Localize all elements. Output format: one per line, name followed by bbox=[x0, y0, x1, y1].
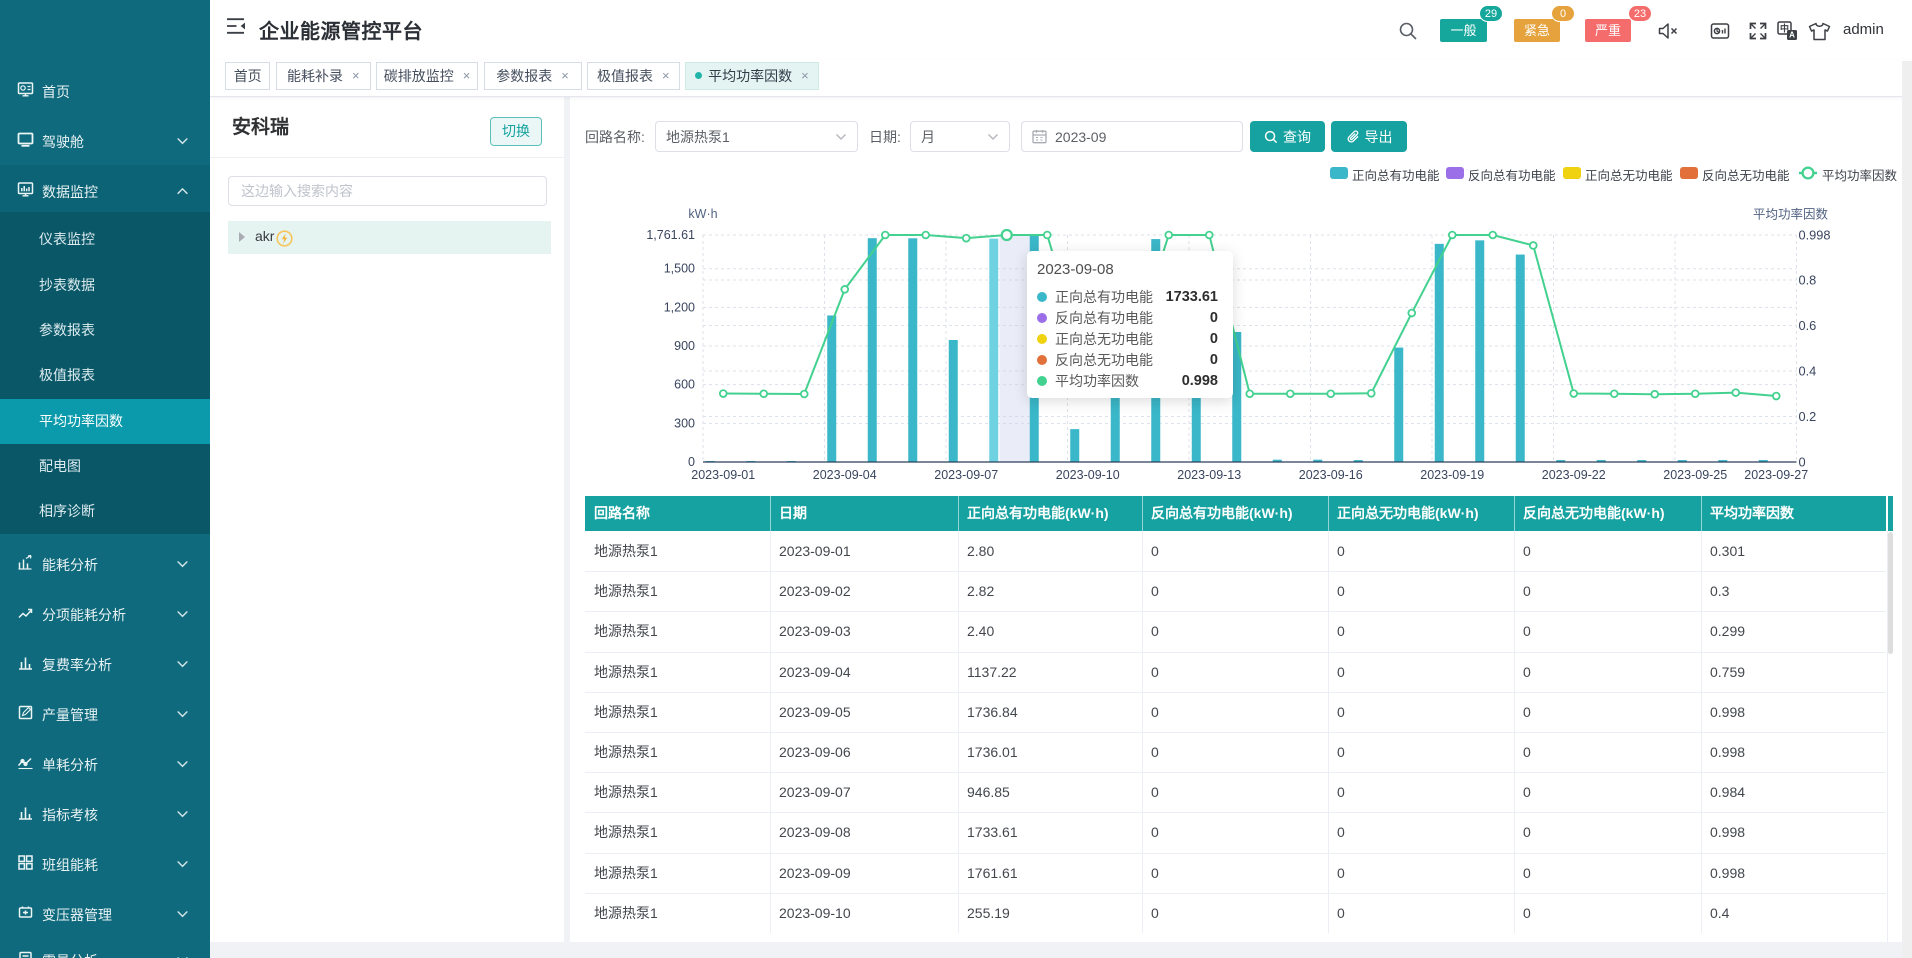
svg-text:0: 0 bbox=[688, 455, 695, 469]
svg-text:0.2: 0.2 bbox=[1799, 409, 1817, 424]
svg-text:1,761.61: 1,761.61 bbox=[646, 228, 695, 242]
svg-text:2023-09-01: 2023-09-01 bbox=[691, 468, 755, 482]
svg-text:2023-09-07: 2023-09-07 bbox=[934, 468, 998, 482]
svg-text:0.4: 0.4 bbox=[1799, 364, 1817, 379]
svg-text:1,200: 1,200 bbox=[664, 300, 695, 314]
svg-text:0.8: 0.8 bbox=[1799, 273, 1817, 288]
svg-text:600: 600 bbox=[674, 378, 695, 392]
svg-text:2023-09-25: 2023-09-25 bbox=[1663, 468, 1727, 482]
svg-text:2023-09-04: 2023-09-04 bbox=[813, 468, 877, 482]
svg-text:1,500: 1,500 bbox=[664, 262, 695, 276]
svg-text:2023-09-16: 2023-09-16 bbox=[1299, 468, 1363, 482]
svg-text:A: A bbox=[1789, 31, 1795, 40]
svg-text:2023-09-22: 2023-09-22 bbox=[1542, 468, 1606, 482]
svg-text:0.6: 0.6 bbox=[1799, 318, 1817, 333]
svg-text:300: 300 bbox=[674, 416, 695, 430]
svg-text:平均功率因数: 平均功率因数 bbox=[1753, 207, 1829, 222]
svg-text:2023-09-19: 2023-09-19 bbox=[1420, 468, 1484, 482]
svg-text:900: 900 bbox=[674, 339, 695, 353]
svg-text:2023-09-13: 2023-09-13 bbox=[1177, 468, 1241, 482]
svg-text:2023-09-10: 2023-09-10 bbox=[1056, 468, 1120, 482]
svg-text:0.998: 0.998 bbox=[1799, 228, 1831, 243]
svg-text:kW·h: kW·h bbox=[688, 207, 717, 221]
svg-text:2023-09-27: 2023-09-27 bbox=[1744, 468, 1808, 482]
